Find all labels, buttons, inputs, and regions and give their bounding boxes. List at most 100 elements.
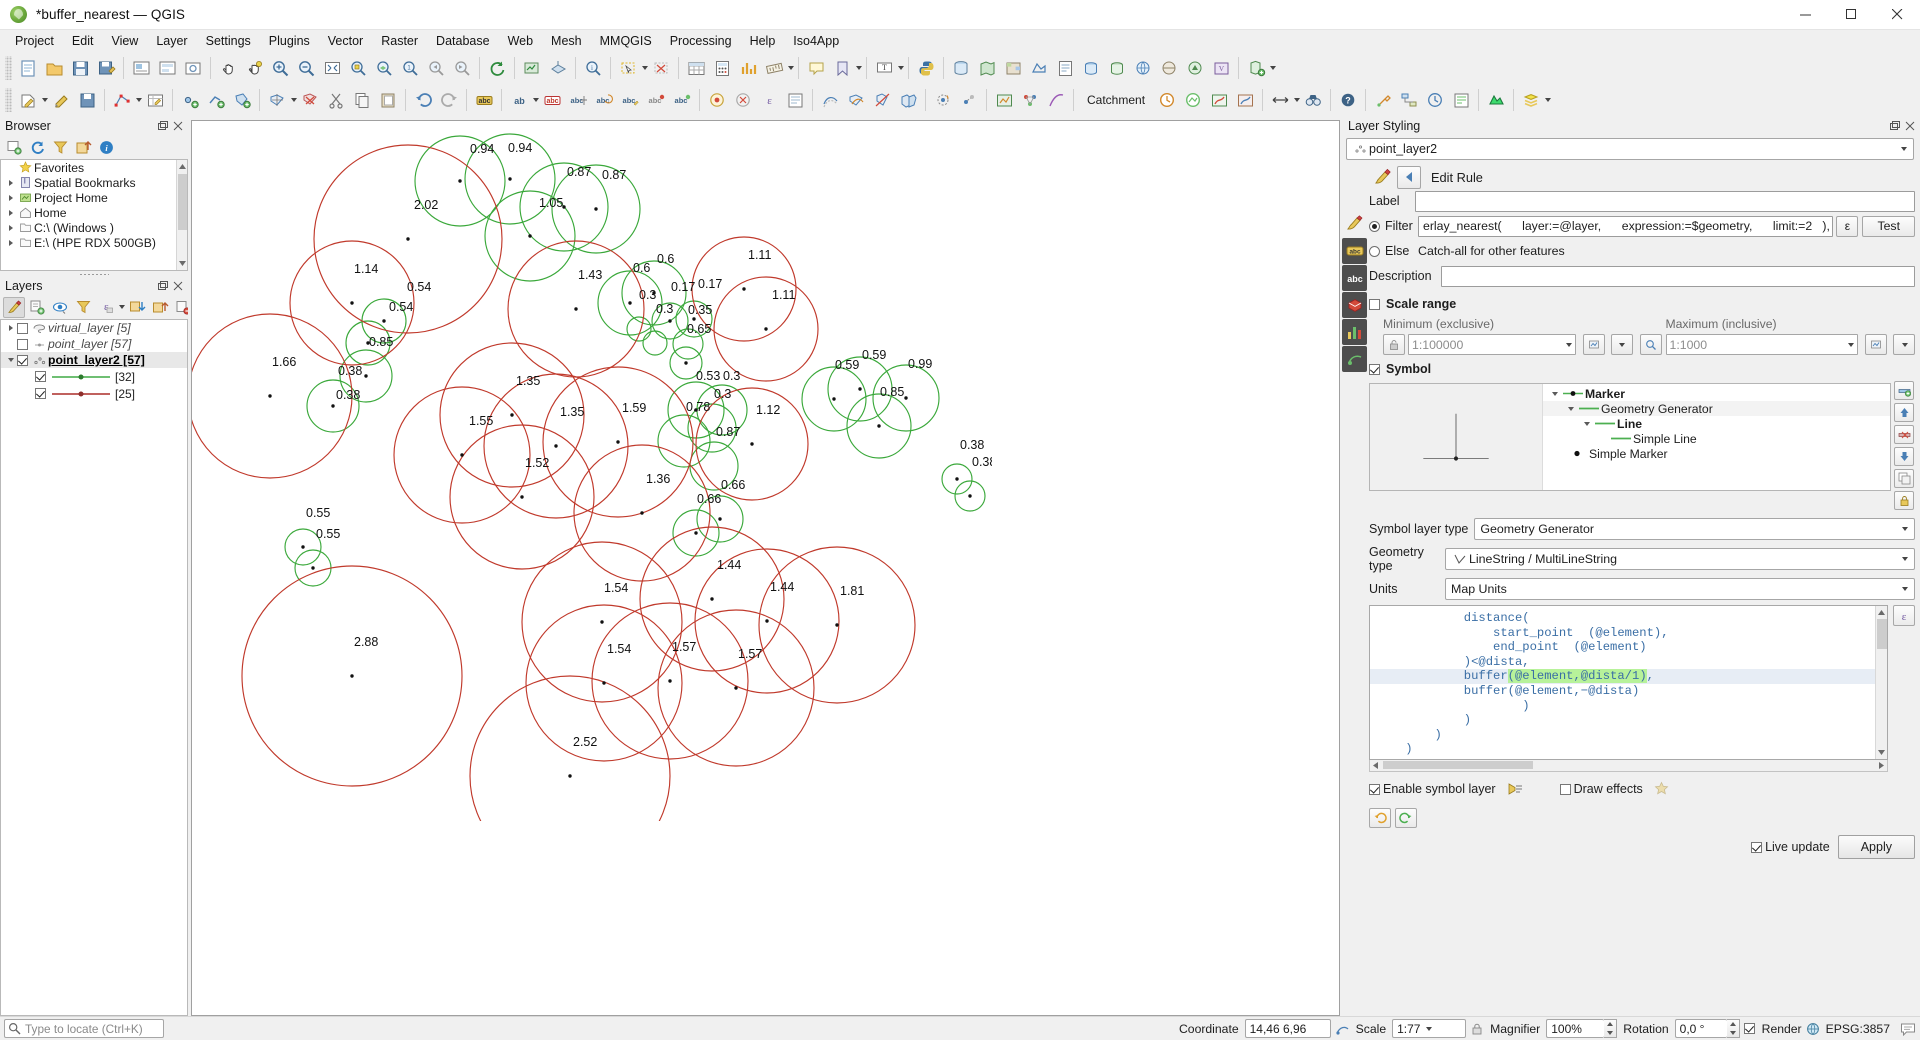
open-project-icon[interactable]: [41, 55, 67, 81]
add-raster-layer-icon[interactable]: [1000, 55, 1026, 81]
layer-styling-panel-icon[interactable]: [1518, 87, 1544, 113]
menu-project[interactable]: Project: [6, 32, 63, 50]
scale-min-lock-icon[interactable]: [1383, 334, 1405, 355]
python-console-icon[interactable]: [913, 55, 939, 81]
statistical-summary-icon[interactable]: [735, 55, 761, 81]
minimize-icon[interactable]: [1782, 0, 1828, 30]
symbol-layer-tree[interactable]: Marker Geometry Generator Line Simple Li…: [1542, 384, 1890, 490]
zoom-full-icon[interactable]: [319, 55, 345, 81]
save-layer-edits-icon[interactable]: [74, 87, 100, 113]
data-defined-override-icon[interactable]: [1506, 781, 1524, 797]
layer-visibility-checkbox[interactable]: [17, 354, 28, 366]
rotation-stepper[interactable]: [1726, 1019, 1740, 1038]
catchment-button[interactable]: Catchment: [1078, 87, 1154, 113]
remove-symbol-layer-icon[interactable]: [1894, 425, 1914, 444]
new-3d-map-view-icon[interactable]: [545, 55, 571, 81]
add-spatialite-layer-icon[interactable]: [1104, 55, 1130, 81]
add-line-feature-icon[interactable]: [203, 87, 229, 113]
layer-row-virtual-layer[interactable]: virtual_layer [5]: [1, 320, 187, 336]
menu-vector[interactable]: Vector: [319, 32, 372, 50]
offset-curve-icon[interactable]: [817, 87, 843, 113]
draw-effects-checkbox[interactable]: [1559, 783, 1571, 795]
scale-range-group[interactable]: Scale range: [1369, 294, 1915, 314]
cut-features-icon[interactable]: [323, 87, 349, 113]
route-icon[interactable]: [1206, 87, 1232, 113]
menu-web[interactable]: Web: [499, 32, 542, 50]
annotation-dropdown[interactable]: [898, 66, 904, 70]
browser-float-icon[interactable]: [156, 120, 169, 133]
label-abc-rotate-icon[interactable]: abc: [591, 87, 617, 113]
modify-attributes-icon[interactable]: [142, 87, 168, 113]
add-postgis-layer-icon[interactable]: [1078, 55, 1104, 81]
render-checkbox[interactable]: [1743, 1023, 1755, 1034]
redo-icon[interactable]: [436, 87, 462, 113]
lock-scale-icon[interactable]: [1470, 1022, 1484, 1036]
vertex-tool-icon[interactable]: [109, 87, 135, 113]
history-icon[interactable]: [1422, 87, 1448, 113]
scale-set-current-max-icon[interactable]: [1865, 334, 1887, 355]
merge-features-icon[interactable]: [895, 87, 921, 113]
move-feature-icon[interactable]: [264, 87, 290, 113]
layer-visibility-checkbox[interactable]: [17, 322, 28, 334]
manage-visibility-icon[interactable]: [49, 297, 71, 318]
scroll-left-icon[interactable]: [1370, 760, 1381, 770]
menu-view[interactable]: View: [102, 32, 147, 50]
collapse-all-icon[interactable]: [72, 137, 94, 158]
layers-close-icon[interactable]: [171, 280, 184, 293]
tab-3d-view[interactable]: [1342, 292, 1367, 318]
enable-symbol-layer-checkbox[interactable]: [1369, 783, 1380, 795]
zoom-native-icon[interactable]: 1: [397, 55, 423, 81]
layer-visibility-checkbox[interactable]: [17, 338, 28, 350]
label-input[interactable]: [1415, 190, 1915, 212]
add-wcs-layer-icon[interactable]: [1156, 55, 1182, 81]
styling-close-icon[interactable]: [1903, 120, 1916, 133]
magnifier-field[interactable]: 100%: [1546, 1019, 1605, 1038]
new-print-layout-icon[interactable]: [128, 55, 154, 81]
browser-item-spatial-bookmarks[interactable]: Spatial Bookmarks: [1, 175, 176, 190]
show-map-tips-icon[interactable]: [803, 55, 829, 81]
add-point-feature-icon[interactable]: [177, 87, 203, 113]
zoom-next-icon[interactable]: [449, 55, 475, 81]
zoom-to-layer-icon[interactable]: [371, 55, 397, 81]
current-edits-icon[interactable]: [15, 87, 41, 113]
expression-editor[interactable]: distance( start_point (@element), end_po…: [1369, 605, 1888, 760]
new-bookmark-icon[interactable]: [829, 55, 855, 81]
symbol-group[interactable]: Symbol: [1369, 359, 1915, 379]
symbol-group-checkbox[interactable]: [1369, 363, 1380, 375]
message-log-icon[interactable]: [1900, 1022, 1916, 1036]
label-abc-pin-icon[interactable]: abc: [643, 87, 669, 113]
layers-tree[interactable]: virtual_layer [5] point_layer [57] point…: [0, 319, 188, 1016]
measure-dropdown[interactable]: [788, 66, 794, 70]
new-shapefile-layer-icon[interactable]: [1243, 55, 1269, 81]
add-vector-layer-icon[interactable]: [974, 55, 1000, 81]
units-combo[interactable]: Map Units: [1445, 578, 1915, 600]
menu-mmqgis[interactable]: MMQGIS: [591, 32, 661, 50]
paste-features-icon[interactable]: [375, 87, 401, 113]
menu-raster[interactable]: Raster: [372, 32, 427, 50]
menu-processing[interactable]: Processing: [661, 32, 741, 50]
iso-distance-icon[interactable]: [1180, 87, 1206, 113]
symbol-tree-row-marker[interactable]: Marker: [1543, 386, 1890, 401]
layer-symbol-row-32[interactable]: [32]: [1, 368, 187, 385]
symbol-tree-row-line[interactable]: Line: [1543, 416, 1890, 431]
expression-vscrollbar[interactable]: [1875, 606, 1887, 759]
menu-iso4app[interactable]: Iso4App: [784, 32, 848, 50]
expression-builder-icon[interactable]: ε: [1893, 605, 1915, 626]
lock-icon[interactable]: [1894, 491, 1914, 510]
route-alt-icon[interactable]: [1232, 87, 1258, 113]
duplicate-icon[interactable]: [1894, 469, 1914, 488]
geometry-type-combo[interactable]: LineString / MultiLineString: [1445, 548, 1915, 570]
filter-input[interactable]: erlay_nearest( layer:=@layer, expression…: [1418, 215, 1834, 237]
browser-item-c-drive[interactable]: C:\ (Windows ): [1, 220, 176, 235]
expression-filter-dropdown[interactable]: [119, 305, 125, 309]
deselect-all-icon[interactable]: [730, 87, 756, 113]
locator-bar[interactable]: Type to locate (Ctrl+K): [4, 1019, 164, 1038]
open-styling-panel-icon[interactable]: [3, 296, 25, 318]
browser-close-icon[interactable]: [171, 120, 184, 133]
refresh-icon[interactable]: [26, 137, 48, 158]
sketch-icon[interactable]: [1043, 87, 1069, 113]
identify-features-icon[interactable]: i: [580, 55, 606, 81]
magnifier-stepper[interactable]: [1604, 1019, 1618, 1038]
layer-styling-dropdown[interactable]: [1545, 98, 1552, 102]
scale-set-current-min-icon[interactable]: [1582, 334, 1605, 355]
